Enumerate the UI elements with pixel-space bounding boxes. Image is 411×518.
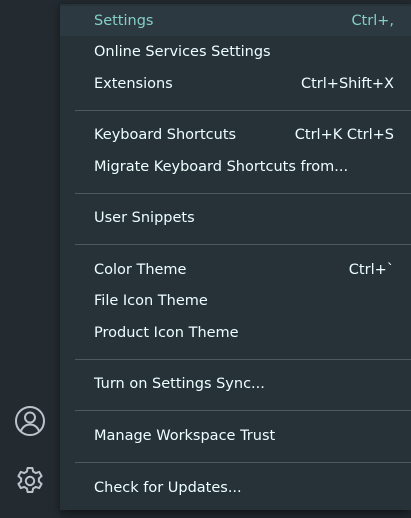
manage-menu: Settings Ctrl+, Online Services Settings… xyxy=(60,4,411,510)
menu-item-check-for-updates[interactable]: Check for Updates... xyxy=(60,473,411,503)
menu-item-shortcut: Ctrl+` xyxy=(348,262,394,278)
menu-item-settings[interactable]: Settings Ctrl+, xyxy=(60,6,411,36)
activity-bar xyxy=(0,0,60,518)
menu-item-product-icon-theme[interactable]: Product Icon Theme xyxy=(60,318,411,348)
menu-item-shortcut: Ctrl+Shift+X xyxy=(301,76,394,92)
menu-item-label: File Icon Theme xyxy=(94,293,208,309)
menu-item-file-icon-theme[interactable]: File Icon Theme xyxy=(60,286,411,316)
menu-item-shortcut: Ctrl+K Ctrl+S xyxy=(294,127,394,143)
menu-separator xyxy=(75,462,411,463)
menu-item-settings-sync[interactable]: Turn on Settings Sync... xyxy=(60,369,411,399)
menu-item-manage-workspace-trust[interactable]: Manage Workspace Trust xyxy=(60,421,411,451)
menu-item-label: Turn on Settings Sync... xyxy=(94,376,265,392)
menu-item-label: Product Icon Theme xyxy=(94,325,239,341)
menu-separator xyxy=(75,193,411,194)
menu-separator xyxy=(75,359,411,360)
menu-item-online-services-settings[interactable]: Online Services Settings xyxy=(60,37,411,67)
menu-item-user-snippets[interactable]: User Snippets xyxy=(60,203,411,233)
menu-item-migrate-keyboard-shortcuts[interactable]: Migrate Keyboard Shortcuts from... xyxy=(60,152,411,182)
menu-item-label: Online Services Settings xyxy=(94,44,271,60)
menu-item-label: Migrate Keyboard Shortcuts from... xyxy=(94,159,349,175)
menu-item-label: Check for Updates... xyxy=(94,480,242,496)
menu-separator xyxy=(75,110,411,111)
account-icon xyxy=(14,405,46,437)
menu-separator xyxy=(75,244,411,245)
menu-item-label: Manage Workspace Trust xyxy=(94,428,276,444)
menu-item-label: Color Theme xyxy=(94,262,187,278)
menu-item-shortcut: Ctrl+, xyxy=(351,13,394,29)
menu-item-label: Extensions xyxy=(94,76,173,92)
menu-item-label: User Snippets xyxy=(94,210,195,226)
account-button[interactable] xyxy=(12,403,48,439)
menu-item-label: Keyboard Shortcuts xyxy=(94,127,237,143)
menu-item-color-theme[interactable]: Color Theme Ctrl+` xyxy=(60,255,411,285)
menu-item-keyboard-shortcuts[interactable]: Keyboard Shortcuts Ctrl+K Ctrl+S xyxy=(60,120,411,150)
status-area xyxy=(60,510,411,518)
menu-item-label: Settings xyxy=(94,13,154,29)
gear-icon xyxy=(14,465,46,497)
manage-button[interactable] xyxy=(12,463,48,499)
menu-separator xyxy=(75,410,411,411)
menu-item-extensions[interactable]: Extensions Ctrl+Shift+X xyxy=(60,69,411,99)
